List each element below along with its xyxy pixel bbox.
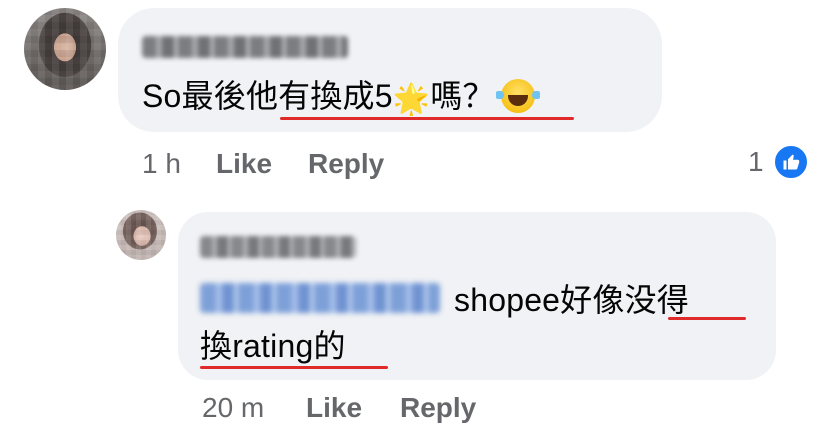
comment-text: So最後他有換成5🌟嗎？ [142, 76, 540, 120]
comment-text-underlined: 他有換成5 [245, 78, 393, 114]
reply-timestamp[interactable]: 20 m [202, 392, 264, 424]
comment-timestamp[interactable]: 1 h [142, 148, 181, 180]
thumbs-up-glyph [783, 154, 800, 170]
commenter-name-blurred[interactable] [142, 36, 348, 58]
spellcheck-underline [200, 366, 388, 369]
tears-of-joy-emoji-icon [495, 79, 540, 113]
star-emoji-icon: 🌟 [392, 83, 431, 116]
reply-text-line2: 換rating的 [200, 328, 346, 364]
spellcheck-underline [668, 317, 746, 320]
comment-reply-button[interactable]: Reply [308, 148, 384, 180]
replier-avatar[interactable] [116, 210, 166, 260]
reply-text-line1-start: shopee好像 [454, 282, 625, 318]
mention-tag-blurred[interactable] [200, 283, 440, 313]
comment-text-underlined-2: 嗎 [430, 78, 463, 114]
replier-name-blurred[interactable] [200, 236, 356, 258]
comment-text-start: So最後 [142, 78, 246, 114]
spellcheck-underline [280, 117, 574, 120]
reply-text-line1-underlined: 没得 [624, 282, 689, 318]
reply-reply-button[interactable]: Reply [400, 392, 476, 424]
comment-like-button[interactable]: Like [216, 148, 272, 180]
commenter-avatar[interactable] [24, 8, 106, 90]
reply-text-line1: shopee好像没得 [454, 280, 689, 320]
reply-like-button[interactable]: Like [306, 392, 362, 424]
thumbs-up-icon[interactable] [773, 144, 809, 180]
comment-text-end: ？ [462, 78, 495, 114]
reaction-count[interactable]: 1 [748, 146, 764, 178]
